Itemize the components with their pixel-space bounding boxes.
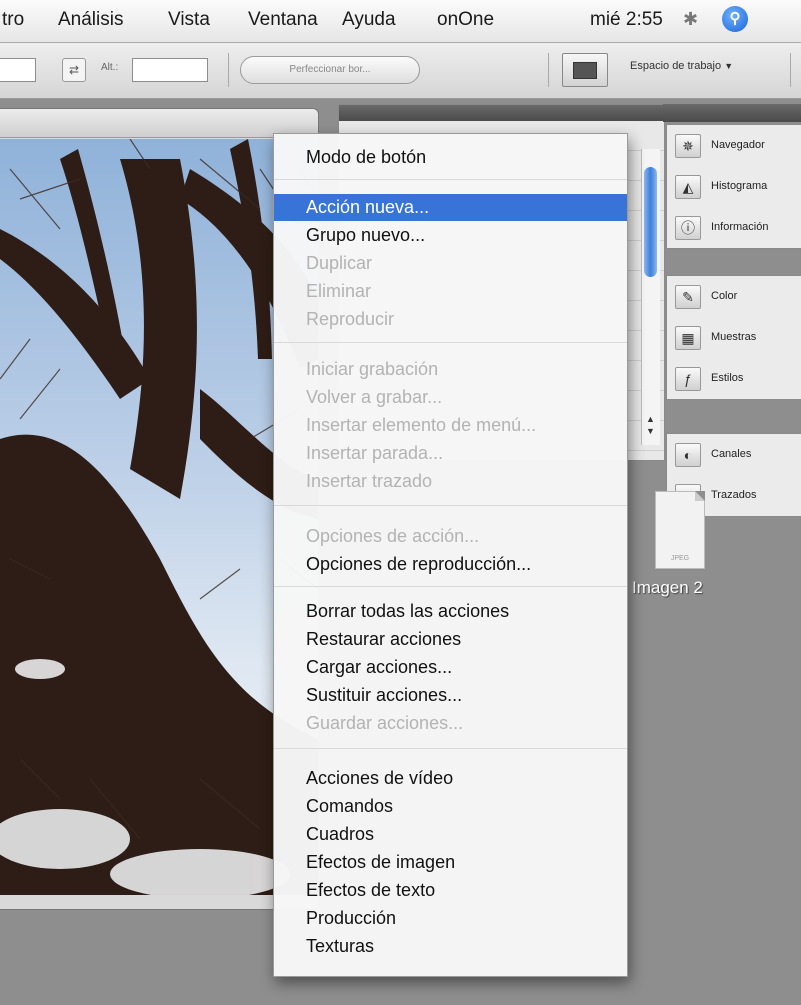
dock-item-color[interactable]: ✎ Color (667, 276, 801, 317)
width-field[interactable] (0, 58, 36, 82)
navigator-icon: ✵ (675, 134, 701, 158)
menu-item-borrar-acciones[interactable]: Borrar todas las acciones (274, 598, 627, 625)
menu-separator (274, 586, 627, 587)
menubar-clock[interactable]: mié 2:55 (590, 9, 663, 31)
menu-item-texturas[interactable]: Texturas (274, 933, 627, 960)
dock-item-muestras[interactable]: ▦ Muestras (667, 317, 801, 358)
document-window[interactable] (0, 108, 319, 910)
tool-preset-icon[interactable] (562, 53, 608, 87)
dock-item-label: Información (711, 221, 769, 233)
menu-item-insertar-parada: Insertar parada... (306, 443, 444, 463)
divider (228, 53, 229, 87)
file-thumbnail[interactable]: JPEG (655, 491, 705, 569)
dock-group-navigation: ✵ Navegador ◭ Histograma ⓘ Información (666, 124, 801, 249)
color-icon: ✎ (675, 285, 701, 309)
menu-item-guardar-acciones: Guardar acciones... (306, 713, 464, 733)
workspace-label: Espacio de trabajo (630, 60, 722, 72)
menu-item-eliminar: Eliminar (306, 281, 372, 301)
alt-label: Alt.: (101, 62, 119, 73)
menu-separator (274, 748, 627, 749)
menu-item-cargar-acciones[interactable]: Cargar acciones... (274, 654, 627, 681)
menu-separator (274, 342, 627, 343)
dock-item-label: Trazados (711, 489, 757, 501)
swap-icon[interactable]: ⇄ (62, 58, 86, 82)
menu-item-grupo-nuevo[interactable]: Grupo nuevo... (274, 222, 627, 249)
actions-scrollbar[interactable]: ▲ ▼ (641, 149, 660, 445)
menu-item-restaurar-acciones[interactable]: Restaurar acciones (274, 626, 627, 653)
scrollbar-thumb[interactable] (644, 167, 657, 277)
menu-separator (274, 179, 627, 180)
height-field[interactable] (132, 58, 208, 82)
dock-item-informacion[interactable]: ⓘ Información (667, 207, 801, 248)
bluetooth-icon[interactable]: ✱ (683, 9, 698, 30)
refine-edge-button[interactable]: Perfeccionar bor... (240, 56, 420, 84)
scroll-arrows-icon[interactable]: ▲ ▼ (644, 413, 657, 437)
menu-bar: tro Análisis Vista Ventana Ayuda onOne m… (0, 0, 801, 43)
menu-item-opciones-de-reproduccion[interactable]: Opciones de reproducción... (274, 551, 627, 578)
menu-onone[interactable]: onOne (437, 9, 494, 31)
menu-ayuda[interactable]: Ayuda (342, 9, 396, 31)
menu-item-insertar-elemento: Insertar elemento de menú... (306, 415, 537, 435)
menu-item-accion-nueva[interactable]: Acción nueva... (274, 194, 627, 221)
dock-item-canales[interactable]: ◐ Canales (667, 434, 801, 475)
menu-item-volver-a-grabar: Volver a grabar... (306, 387, 443, 407)
dock-item-estilos[interactable]: ƒ Estilos (667, 358, 801, 399)
dock-item-label: Histograma (711, 180, 768, 192)
file-label[interactable]: Imagen 2 (632, 578, 703, 598)
dock-header[interactable] (663, 104, 801, 122)
menu-item-produccion[interactable]: Producción (274, 905, 627, 932)
page-fold-icon (695, 491, 705, 501)
spotlight-icon[interactable]: ⚲ (722, 6, 748, 32)
menu-vista[interactable]: Vista (168, 9, 210, 31)
info-icon: ⓘ (675, 216, 701, 240)
menu-item-efectos-de-texto[interactable]: Efectos de texto (274, 877, 627, 904)
workspace-menu[interactable]: Espacio de trabajo ▼ (630, 60, 733, 72)
menu-item-duplicar: Duplicar (306, 253, 373, 273)
menu-item-acciones-de-video[interactable]: Acciones de vídeo (274, 765, 627, 792)
channels-icon: ◐ (675, 443, 701, 467)
dock-item-label: Color (711, 290, 738, 302)
dock-item-histograma[interactable]: ◭ Histograma (667, 166, 801, 207)
swatches-icon: ▦ (675, 326, 701, 350)
chevron-down-icon: ▼ (724, 61, 734, 71)
dock-item-navegador[interactable]: ✵ Navegador (667, 125, 801, 166)
tree-photo (0, 139, 318, 895)
options-bar: ⇄ Alt.: Perfeccionar bor... Espacio de t… (0, 43, 801, 99)
menu-filtro[interactable]: tro (2, 9, 24, 31)
styles-icon: ƒ (675, 367, 701, 391)
menu-item-comandos[interactable]: Comandos (274, 793, 627, 820)
menu-item-insertar-trazado: Insertar trazado (306, 471, 433, 491)
dock-item-label: Canales (711, 448, 752, 460)
menu-item-modo-de-boton[interactable]: Modo de botón (274, 144, 627, 171)
actions-panel-menu: Modo de botón Acción nueva... Grupo nuev… (273, 133, 628, 977)
menu-item-sustituir-acciones[interactable]: Sustituir acciones... (274, 682, 627, 709)
divider (548, 53, 549, 87)
menu-item-efectos-de-imagen[interactable]: Efectos de imagen (274, 849, 627, 876)
menu-item-cuadros[interactable]: Cuadros (274, 821, 627, 848)
menu-item-iniciar-grabacion: Iniciar grabación (306, 359, 439, 379)
menu-ventana[interactable]: Ventana (248, 9, 318, 31)
dock-item-label: Muestras (711, 331, 757, 343)
dock-item-label: Navegador (711, 139, 765, 151)
menu-analisis[interactable]: Análisis (58, 9, 123, 31)
menu-separator (274, 505, 627, 506)
actions-panel-header[interactable] (339, 105, 664, 121)
menu-item-reproducir: Reproducir (306, 309, 395, 329)
divider (790, 53, 791, 87)
file-extension: JPEG (670, 555, 690, 562)
histogram-icon: ◭ (675, 175, 701, 199)
menu-item-opciones-de-accion: Opciones de acción... (306, 526, 480, 546)
document-title-bar[interactable] (0, 109, 318, 138)
dock-item-label: Estilos (711, 372, 744, 384)
dock-group-color: ✎ Color ▦ Muestras ƒ Estilos (666, 275, 801, 400)
